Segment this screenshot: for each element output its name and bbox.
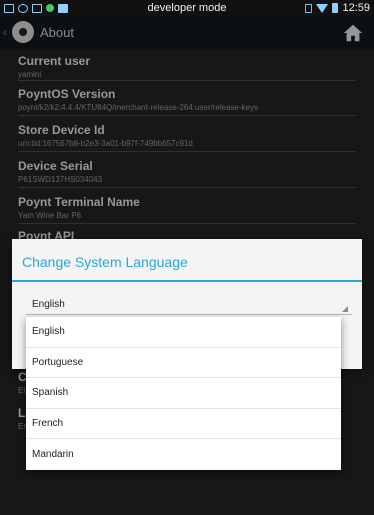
status-bar: developer mode 12:59 [0, 0, 374, 16]
battery-icon [332, 3, 339, 13]
wifi-icon [316, 3, 329, 13]
spinner-selected-value: English [32, 299, 65, 310]
language-option-french[interactable]: French [26, 409, 341, 440]
language-option-portuguese[interactable]: Portuguese [26, 348, 341, 379]
sim-icon [305, 3, 313, 13]
dialog-title-divider [12, 280, 362, 282]
language-dropdown: English Portuguese Spanish French Mandar… [26, 317, 341, 470]
status-icons-right: 12:59 [305, 1, 370, 15]
dialog-title: Change System Language [22, 254, 188, 270]
language-option-mandarin[interactable]: Mandarin [26, 439, 341, 470]
dropdown-arrow-icon [342, 306, 348, 312]
clock: 12:59 [342, 2, 370, 14]
language-option-english[interactable]: English [26, 317, 341, 348]
language-spinner[interactable]: English [26, 295, 352, 315]
language-option-spanish[interactable]: Spanish [26, 378, 341, 409]
